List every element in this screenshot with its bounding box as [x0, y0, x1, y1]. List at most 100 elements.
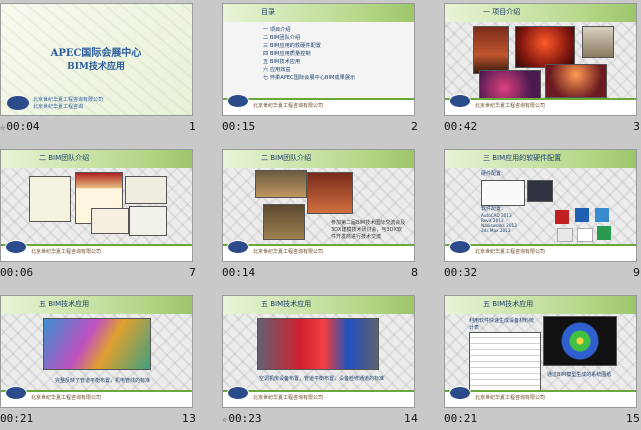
slide-time: 00:42 [444, 120, 478, 133]
software-list: AutoCAD 2013 Revit 2013 Navisworks 2013 … [481, 213, 517, 233]
slide-time: 00:23 [228, 412, 262, 425]
slide-caption: 参加第二届BIM技术国际交流会及3DX建模技术研讨会，与3DX软件开发商进行技术… [331, 220, 406, 240]
toc-item: 五 BIM技术应用 [263, 59, 301, 65]
slide-meta: 00:42 3 [444, 120, 640, 134]
footer-text: 北京世纪华夏工程咨询有限公司 [475, 395, 546, 401]
company-logo [5, 386, 27, 400]
company-logo [449, 386, 471, 400]
slide-number: 8 [411, 266, 418, 279]
software-icon [577, 228, 593, 242]
slide-meta: ☆00:23 14 [222, 412, 418, 426]
venue-photo [479, 70, 541, 100]
software-title: 软件配置： [481, 206, 507, 212]
company-logo [449, 240, 471, 254]
software-item: 3ds Max 2013 [481, 228, 511, 233]
autocad-icon [555, 210, 569, 224]
toc-item: 六 应用效益 [263, 67, 291, 73]
toc-item: 七 怀柔APEC国际会展中心BIM成果展示 [263, 75, 356, 81]
hardware-spec-table [481, 180, 525, 206]
slide-preview[interactable]: 三 BIM应用的软硬件配置 硬件配置： 软件配置： AutoCAD 2013 R… [444, 149, 637, 262]
footer-text: 北京世纪华夏工程咨询有限公司 [253, 395, 324, 401]
slide-header: 三 BIM应用的软硬件配置 [483, 154, 562, 162]
slide-time: 00:21 [444, 412, 478, 425]
company-logo [449, 94, 471, 108]
meeting-photo [263, 204, 305, 240]
slide-preview[interactable]: 五 BIM技术应用 利用软件快速生成设备材料统计表 通过BIM模型生成的系统图纸… [444, 295, 637, 408]
slide-header: 一 项目介绍 [483, 8, 521, 16]
slide-header: 五 BIM技术应用 [39, 300, 90, 308]
navisworks-icon [595, 208, 609, 222]
slide-number: 7 [189, 266, 196, 279]
slide-caption: 利用软件快速生成设备材料统计表 [469, 318, 535, 331]
footer-text: 北京世纪华夏工程咨询有限公司 [475, 103, 546, 109]
slide-sorter-grid: APEC国际会展中心 BIM技术应用 北京世纪华夏工程咨询有限公司 北京世纪华夏… [0, 0, 641, 430]
animation-star-icon[interactable]: ☆ [0, 123, 5, 133]
slide-header: 五 BIM技术应用 [483, 300, 534, 308]
slide-preview[interactable]: 五 BIM技术应用 空调机房设备布置，管道平衡布置，设备检修通道的标准 北京世纪… [222, 295, 415, 408]
slide-meta: 00:06 7 [0, 266, 196, 280]
computer-image [527, 180, 553, 202]
animation-star-icon[interactable]: ☆ [222, 415, 227, 425]
certificate-image [129, 206, 167, 236]
toc-item: 三 BIM应用的软硬件配置 [263, 43, 321, 49]
slide-number: 1 [189, 120, 196, 133]
slide-preview[interactable]: APEC国际会展中心 BIM技术应用 北京世纪华夏工程咨询有限公司 北京世纪华夏… [0, 3, 193, 116]
slide-time: 00:15 [222, 120, 256, 133]
venue-photo [515, 26, 575, 68]
footer-text: 北京世纪华夏工程咨询有限公司 [253, 103, 324, 109]
slide-header: 二 BIM团队介绍 [39, 154, 90, 162]
material-table-image [469, 332, 541, 392]
company-logo [7, 96, 29, 110]
venue-photo [473, 26, 509, 74]
slide-header: 二 BIM团队介绍 [261, 154, 312, 162]
slide-preview[interactable]: 五 BIM技术应用 完整反映了管道平衡布置，机电管线的标准 北京世纪华夏工程咨询… [0, 295, 193, 408]
bim-model-render [43, 318, 151, 370]
slide-number: 15 [626, 412, 640, 425]
toc-list: 一 项目介绍 二 BIM团队介绍 三 BIM应用的软硬件配置 四 BIM应用质量… [263, 26, 355, 82]
slide-meta: 00:15 2 [222, 120, 418, 134]
toc-item: 二 BIM团队介绍 [263, 35, 301, 41]
slide-number: 2 [411, 120, 418, 133]
slide-meta: 00:21 13 [0, 412, 196, 426]
slide-time: 00:14 [222, 266, 256, 279]
software-icon [557, 228, 573, 242]
slide-number: 14 [404, 412, 418, 425]
footer-text: 北京世纪华夏工程咨询有限公司 [475, 249, 546, 255]
certificate-image [29, 176, 71, 222]
company-name-short: 北京世纪华夏工程咨询 [33, 104, 84, 110]
slide-time: 00:06 [0, 266, 34, 279]
slide-meta: 00:32 9 [444, 266, 640, 280]
certificate-image [125, 176, 167, 204]
meeting-photo [307, 172, 353, 214]
slide-meta: 00:14 8 [222, 266, 418, 280]
slide-preview[interactable]: 目录 一 项目介绍 二 BIM团队介绍 三 BIM应用的软硬件配置 四 BIM应… [222, 3, 415, 116]
slide-header: 目录 [261, 8, 275, 16]
slide-preview[interactable]: 二 BIM团队介绍 参加第二届BIM技术国际交流会及3DX建模技术研讨会，与3D… [222, 149, 415, 262]
slide-preview[interactable]: 一 项目介绍 北京世纪华夏工程咨询有限公司 [444, 3, 637, 116]
slide-number: 3 [633, 120, 640, 133]
slide-time: 00:21 [0, 412, 34, 425]
footer-text: 北京世纪华夏工程咨询有限公司 [31, 395, 102, 401]
footer-text: 北京世纪华夏工程咨询有限公司 [253, 249, 324, 255]
slide-caption: 通过BIM模型生成的系统图纸 [547, 372, 612, 378]
slide-number: 9 [633, 266, 640, 279]
software-icon [597, 226, 611, 240]
slide-preview[interactable]: 二 BIM团队介绍 北京世纪华夏工程咨询有限公司 [0, 149, 193, 262]
revit-icon [575, 208, 589, 222]
venue-photo [582, 26, 614, 58]
slide-caption: 完整反映了管道平衡布置，机电管线的标准 [55, 378, 151, 384]
slide-caption: 空调机房设备布置，管道平衡布置，设备检修通道的标准 [259, 376, 385, 382]
slide-time: 00:32 [444, 266, 478, 279]
slide-meta: 00:21 15 [444, 412, 640, 426]
slide-meta: ☆00:04 1 [0, 120, 196, 134]
certificate-image [91, 208, 129, 234]
company-logo [227, 386, 249, 400]
toc-item: 四 BIM应用质量控制 [263, 51, 311, 57]
company-logo [227, 240, 249, 254]
slide-number: 13 [182, 412, 196, 425]
slide-header: 五 BIM技术应用 [261, 300, 312, 308]
venue-photo [545, 64, 607, 98]
bim-model-render [257, 318, 379, 370]
company-logo [5, 240, 27, 254]
slide-time: 00:04 [6, 120, 40, 133]
